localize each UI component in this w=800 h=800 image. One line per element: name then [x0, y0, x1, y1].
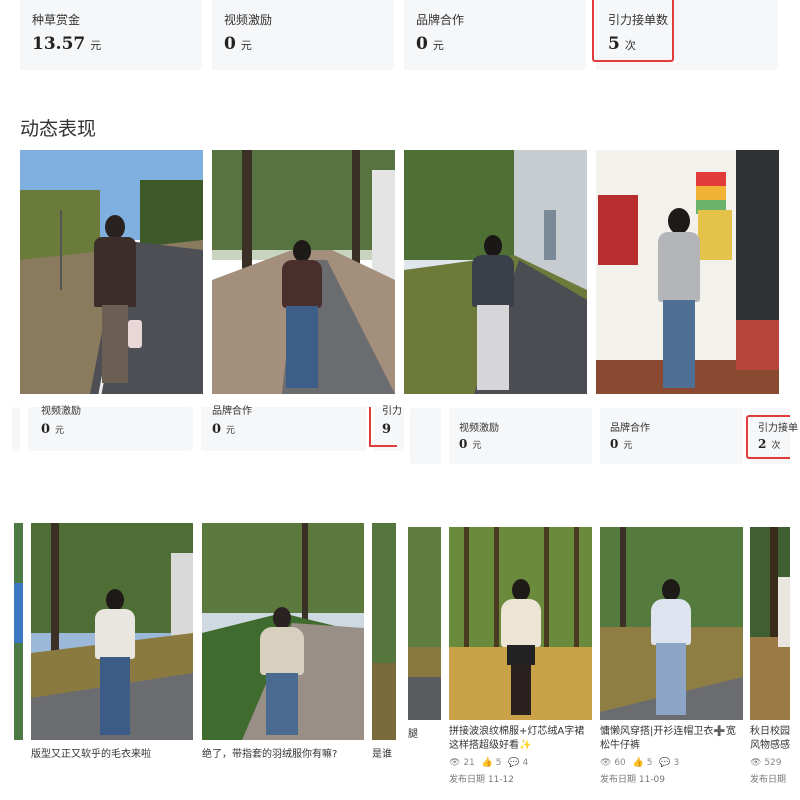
view-icon: 👁: [600, 758, 612, 768]
stat-card-video: [12, 407, 20, 451]
stat-card-video: 视频激励 0元: [212, 0, 394, 70]
post-stats: 👁 21 👍 5 💬 4: [449, 758, 528, 768]
comment-count: 3: [673, 758, 680, 768]
stat-value: 0元: [224, 34, 252, 54]
post-stats: 👁 529: [750, 758, 790, 768]
stat-value: 0元: [41, 422, 65, 437]
post-stats: 👁 60 👍 5 💬 3: [600, 758, 679, 768]
stat-label: 品牌合作: [416, 13, 465, 27]
person-figure: [95, 589, 135, 737]
stat-label: 品牌合作: [212, 406, 252, 417]
person-figure: [470, 235, 516, 393]
post-photo[interactable]: [750, 527, 790, 720]
stat-label: 视频激励: [459, 423, 499, 434]
stat-card-video: 视频激励 0元: [449, 408, 592, 464]
person-figure: [650, 579, 692, 717]
stat-card-reward: 种草赏金 13.57 元: [20, 0, 202, 70]
stat-card-brand: 品牌合作 0元: [201, 406, 366, 451]
view-count: 529: [764, 758, 782, 768]
stat-card-brand: 品牌合作 0元: [404, 0, 586, 70]
stat-label: 品牌合作: [610, 423, 650, 434]
post-photo[interactable]: [14, 523, 23, 740]
person-figure: [280, 240, 324, 390]
stat-value: 0元: [610, 437, 633, 451]
section-title: 动态表现: [20, 118, 97, 140]
post-photo[interactable]: [404, 150, 587, 394]
highlight-box: [746, 415, 790, 459]
view-icon: 👁: [449, 758, 461, 768]
stat-label: 种草赏金: [32, 13, 81, 27]
highlight-box: [592, 0, 674, 62]
person-figure: [654, 208, 704, 390]
post-photo[interactable]: [202, 523, 364, 740]
stat-card-brand: 品牌合作 0元: [600, 408, 743, 464]
like-icon: 👍: [481, 758, 493, 768]
post-photo[interactable]: [408, 527, 441, 720]
post-caption: 拼接波浪纹棉服+灯芯绒A字裙这样搭超级好看✨: [449, 726, 585, 751]
post-date: 发布日期: [750, 775, 787, 785]
post-caption: 秋日校园风物感感: [750, 726, 790, 751]
view-count: 21: [463, 758, 475, 768]
post-photo[interactable]: [600, 527, 743, 720]
post-photo[interactable]: [596, 150, 779, 394]
comment-icon: 💬: [659, 758, 671, 768]
stat-label: 视频激励: [41, 406, 81, 417]
stat-value: 13.57 元: [32, 34, 102, 54]
like-count: 5: [646, 758, 653, 768]
view-count: 60: [614, 758, 626, 768]
stat-value: 0元: [212, 422, 236, 437]
post-photo[interactable]: [20, 150, 203, 394]
stat-card-video: 视频激励 0元: [28, 406, 193, 451]
post-date: 发布日期 11-12: [449, 775, 515, 785]
person-figure: [90, 215, 142, 385]
post-photo[interactable]: [212, 150, 395, 394]
stat-value: 0元: [459, 437, 482, 451]
post-caption: 是谁: [372, 749, 392, 760]
highlight-box: [369, 407, 397, 447]
post-caption: 绝了，带指套的羽绒服你有嘛?: [202, 749, 338, 760]
post-caption: 慵懒风穿搭|开衫连帽卫衣➕宽松牛仔裤: [600, 726, 736, 751]
post-date: 发布日期 11-09: [600, 775, 666, 785]
like-icon: 👍: [632, 758, 644, 768]
person-figure: [260, 607, 304, 737]
post-caption: 版型又正又软乎的毛衣来啦: [31, 749, 151, 760]
post-caption-partial: 腿: [408, 729, 418, 740]
post-photo[interactable]: [31, 523, 193, 740]
stat-value: 0元: [416, 34, 444, 54]
comment-count: 4: [522, 758, 529, 768]
stat-label: 视频激励: [224, 13, 273, 27]
view-icon: 👁: [750, 758, 762, 768]
like-count: 5: [495, 758, 502, 768]
stat-card-partial: [410, 408, 441, 464]
comment-icon: 💬: [508, 758, 520, 768]
post-photo[interactable]: [449, 527, 592, 720]
post-photo[interactable]: [372, 523, 396, 740]
person-figure: [501, 579, 541, 717]
